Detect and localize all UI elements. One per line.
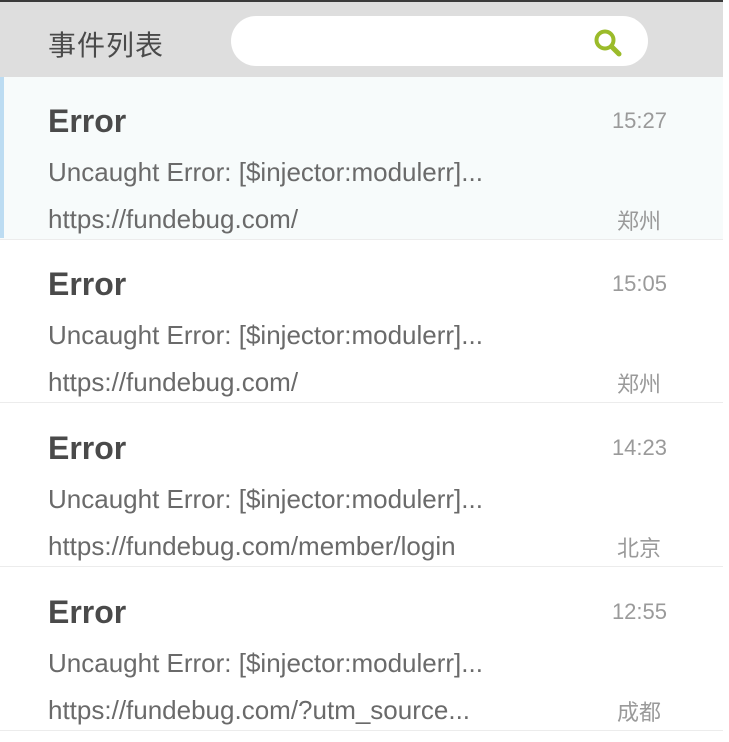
header-bar: 事件列表 [0,0,723,77]
event-time: 15:05 [611,271,667,296]
event-time: 14:23 [611,435,667,460]
search-icon[interactable] [592,27,624,59]
active-indicator [0,77,4,238]
event-url: https://fundebug.com/?utm_source... [48,695,471,725]
event-url: https://fundebug.com/ [48,367,299,397]
event-time: 15:27 [611,108,667,133]
event-title: Error [48,103,127,139]
event-title: Error [48,430,127,466]
event-city: 成都 [616,701,661,726]
event-title: Error [48,266,127,302]
event-city: 郑州 [616,373,661,398]
event-city: 郑州 [616,210,661,235]
event-message: Uncaught Error: [$injector:modulerr]... [48,648,483,678]
event-message: Uncaught Error: [$injector:modulerr]... [48,484,483,514]
page-title: 事件列表 [48,29,165,62]
list-item[interactable]: Error 15:05 Uncaught Error: [$injector:m… [0,240,723,403]
event-url: https://fundebug.com/ [48,204,299,234]
event-list-app: 事件列表 Error 15:27 Uncaught Error: [$injec… [0,0,729,742]
list-item[interactable]: Error 15:27 Uncaught Error: [$injector:m… [0,77,723,240]
list-item[interactable]: Error 12:55 Uncaught Error: [$injector:m… [0,568,723,731]
search-input[interactable] [255,24,579,60]
event-city: 北京 [616,537,661,562]
event-message: Uncaught Error: [$injector:modulerr]... [48,157,483,187]
scrollbar-track[interactable] [723,0,729,742]
list-item[interactable]: Error 14:23 Uncaught Error: [$injector:m… [0,404,723,567]
event-url: https://fundebug.com/member/login [48,531,456,561]
search-box[interactable] [231,16,648,66]
event-message: Uncaught Error: [$injector:modulerr]... [48,320,483,350]
event-title: Error [48,594,127,630]
event-time: 12:55 [611,599,667,624]
